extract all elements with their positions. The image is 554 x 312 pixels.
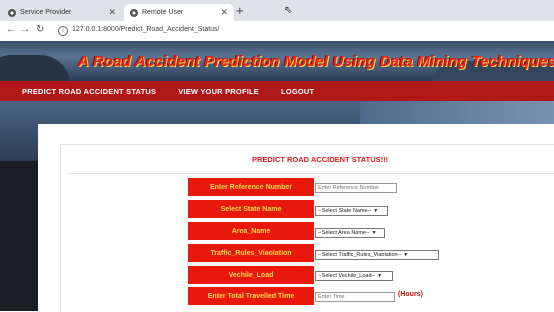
state-name-select[interactable]: --Select State Name-- ▼: [315, 206, 388, 216]
chevron-down-icon: ▼: [373, 208, 379, 214]
label-traffic-rules-violation: Traffic_Rules_Viaolation: [188, 244, 314, 264]
tab-label: Service Provider: [20, 9, 72, 16]
site-title: A Road Accident Prediction Model Using D…: [78, 53, 554, 70]
new-tab-button[interactable]: +: [236, 3, 244, 18]
nav-predict-road-accident-status[interactable]: PREDICT ROAD ACCIDENT STATUS: [22, 87, 156, 96]
main-nav: PREDICT ROAD ACCIDENT STATUS VIEW YOUR P…: [0, 81, 554, 101]
travelled-time-input[interactable]: [315, 292, 395, 302]
label-area-name: Area_Name: [188, 222, 314, 242]
mouse-cursor-icon: ⇖: [284, 5, 293, 16]
area-name-select[interactable]: --Select Area Name-- ▼: [315, 228, 385, 238]
globe-icon: [130, 8, 138, 17]
tab-label: Remote User: [142, 9, 184, 16]
url-text[interactable]: 127.0.0.1:8000/Predict_Road_Accident_Sta…: [72, 26, 220, 33]
tab-remote-user[interactable]: Remote User ✕: [124, 4, 234, 21]
chevron-down-icon: ▼: [371, 230, 377, 236]
hours-unit-label: (Hours): [398, 291, 423, 298]
divider: [66, 173, 554, 174]
label-total-travelled-time: Enter Total Travelled Time: [188, 287, 314, 307]
info-icon[interactable]: i: [58, 26, 68, 36]
close-tab-icon[interactable]: ✕: [108, 7, 116, 18]
close-tab-icon[interactable]: ✕: [220, 7, 228, 18]
form-title: PREDICT ROAD ACCIDENT STATUS!!!: [252, 155, 389, 164]
state-name-selected: --Select State Name--: [318, 208, 372, 214]
reference-number-input[interactable]: [315, 183, 397, 193]
banner-car-image: [0, 55, 70, 81]
browser-tab-bar: Service Provider ✕ Remote User ✕ + ⇖: [0, 0, 554, 21]
back-icon[interactable]: ←: [6, 24, 16, 35]
reload-icon[interactable]: ↻: [36, 24, 44, 35]
nav-logout[interactable]: LOGOUT: [281, 87, 314, 96]
chevron-down-icon: ▼: [403, 252, 409, 258]
globe-icon: [8, 8, 16, 17]
label-reference-number: Enter Reference Number: [188, 178, 314, 198]
label-vehicle-load: Vechile_Load: [188, 266, 314, 286]
tab-service-provider[interactable]: Service Provider ✕: [2, 4, 122, 21]
area-name-selected: --Select Area Name--: [318, 230, 370, 236]
background-dark-edge: [0, 161, 40, 311]
traffic-rules-violation-select[interactable]: --Select Traffic_Rules_Viaolation-- ▼: [315, 250, 439, 260]
label-state-name: Select State Name: [188, 200, 314, 220]
traffic-rules-violation-selected: --Select Traffic_Rules_Viaolation--: [318, 252, 402, 258]
header-banner: A Road Accident Prediction Model Using D…: [0, 41, 554, 81]
vehicle-load-selected: --Select Vechile_Load--: [318, 273, 376, 279]
address-bar: ← → ↻ i 127.0.0.1:8000/Predict_Road_Acci…: [0, 21, 554, 42]
nav-view-your-profile[interactable]: VIEW YOUR PROFILE: [178, 87, 259, 96]
forward-icon[interactable]: →: [20, 24, 30, 35]
chevron-down-icon: ▼: [377, 273, 383, 279]
vehicle-load-select[interactable]: --Select Vechile_Load-- ▼: [315, 271, 393, 281]
